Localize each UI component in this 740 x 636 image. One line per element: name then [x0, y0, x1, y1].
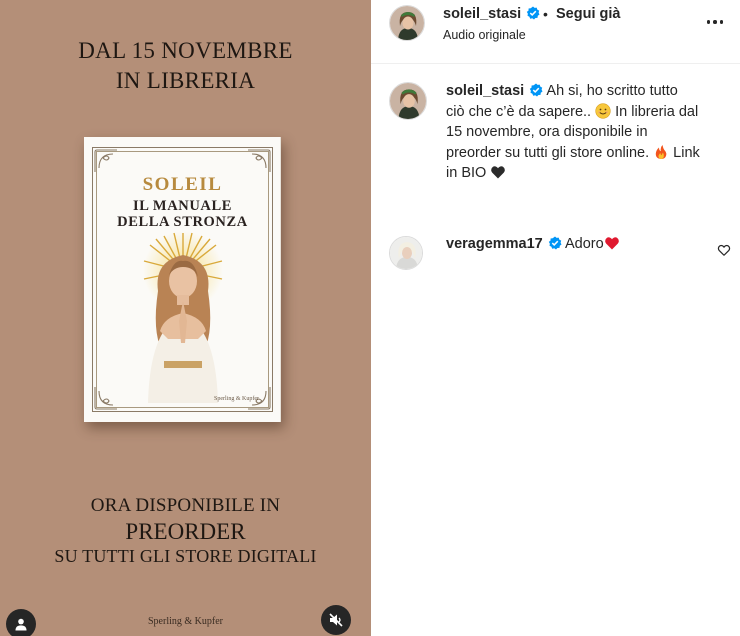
media-headline-line1: DAL 15 NOVEMBRE	[78, 38, 293, 63]
post-sidebar: soleil_stasi • Segui già Audio originale…	[371, 0, 740, 636]
more-horizontal-icon	[706, 20, 711, 24]
book-title-line1: IL MANUALE	[132, 198, 233, 214]
fire-emoji	[655, 144, 667, 159]
book-author: SOLEIL	[142, 174, 223, 195]
heart-outline-icon[interactable]	[717, 243, 731, 257]
avatar[interactable]	[389, 5, 425, 41]
audio-link[interactable]: Audio originale	[443, 28, 526, 42]
post-caption: soleil_stasi Ah si, ho scritto tutto ciò…	[446, 81, 700, 184]
media-cta-line3: SU TUTTI GLI STORE DIGITALI	[54, 546, 317, 566]
verified-badge-icon	[529, 83, 543, 97]
black-heart-emoji	[491, 166, 506, 179]
user-tag-icon	[15, 618, 27, 631]
post-author-username[interactable]: soleil_stasi	[443, 6, 540, 22]
profile-photo	[390, 237, 422, 269]
book-title-line2: DELLA STRONZA	[117, 214, 248, 230]
corner-ornament-icon	[248, 149, 271, 172]
more-horizontal-icon	[713, 20, 717, 24]
avatar[interactable]	[389, 236, 423, 270]
profile-photo	[390, 83, 426, 119]
comment-username[interactable]: veragemma17	[446, 236, 543, 252]
caption-username[interactable]: soleil_stasi	[446, 83, 524, 99]
media-footer: Sperling & Kupfer	[148, 616, 223, 627]
post-header: soleil_stasi • Segui già Audio originale	[371, 0, 740, 64]
profile-photo	[390, 6, 424, 40]
corner-ornament-icon	[94, 149, 117, 172]
more-horizontal-icon	[719, 20, 724, 24]
media-cta-line2: PREORDER	[125, 519, 246, 544]
media-cta-line1: ORA DISPONIBILE IN	[90, 495, 281, 516]
comment-text: Adoro	[564, 236, 604, 252]
avatar[interactable]	[389, 82, 427, 120]
user-tag-button[interactable]	[6, 609, 36, 636]
verified-badge-icon	[526, 6, 540, 20]
verified-badge-icon	[548, 236, 562, 250]
header-separator: •	[543, 6, 548, 22]
corner-ornament-icon	[94, 387, 117, 410]
post-author-username-text: soleil_stasi	[443, 6, 522, 22]
red-heart-emoji	[604, 237, 619, 250]
more-options-button[interactable]	[703, 12, 727, 32]
book-cover-portrait	[143, 231, 223, 403]
follow-status-button[interactable]: Segui già	[556, 6, 620, 22]
smiling-face-emoji	[595, 102, 611, 119]
post-media[interactable]: DAL 15 NOVEMBRE IN LIBRERIA SOLEIL IL MA…	[0, 0, 371, 636]
comment-item: veragemma17 Adoro	[446, 235, 620, 252]
book-publisher: Sperling & Kupfer	[214, 396, 259, 402]
media-headline-line2: IN LIBRERIA	[115, 68, 256, 93]
mute-button[interactable]	[321, 605, 351, 635]
book-cover: SOLEIL IL MANUALE DELLA STRONZA Sperling…	[84, 137, 281, 422]
speaker-muted-icon	[329, 613, 343, 627]
